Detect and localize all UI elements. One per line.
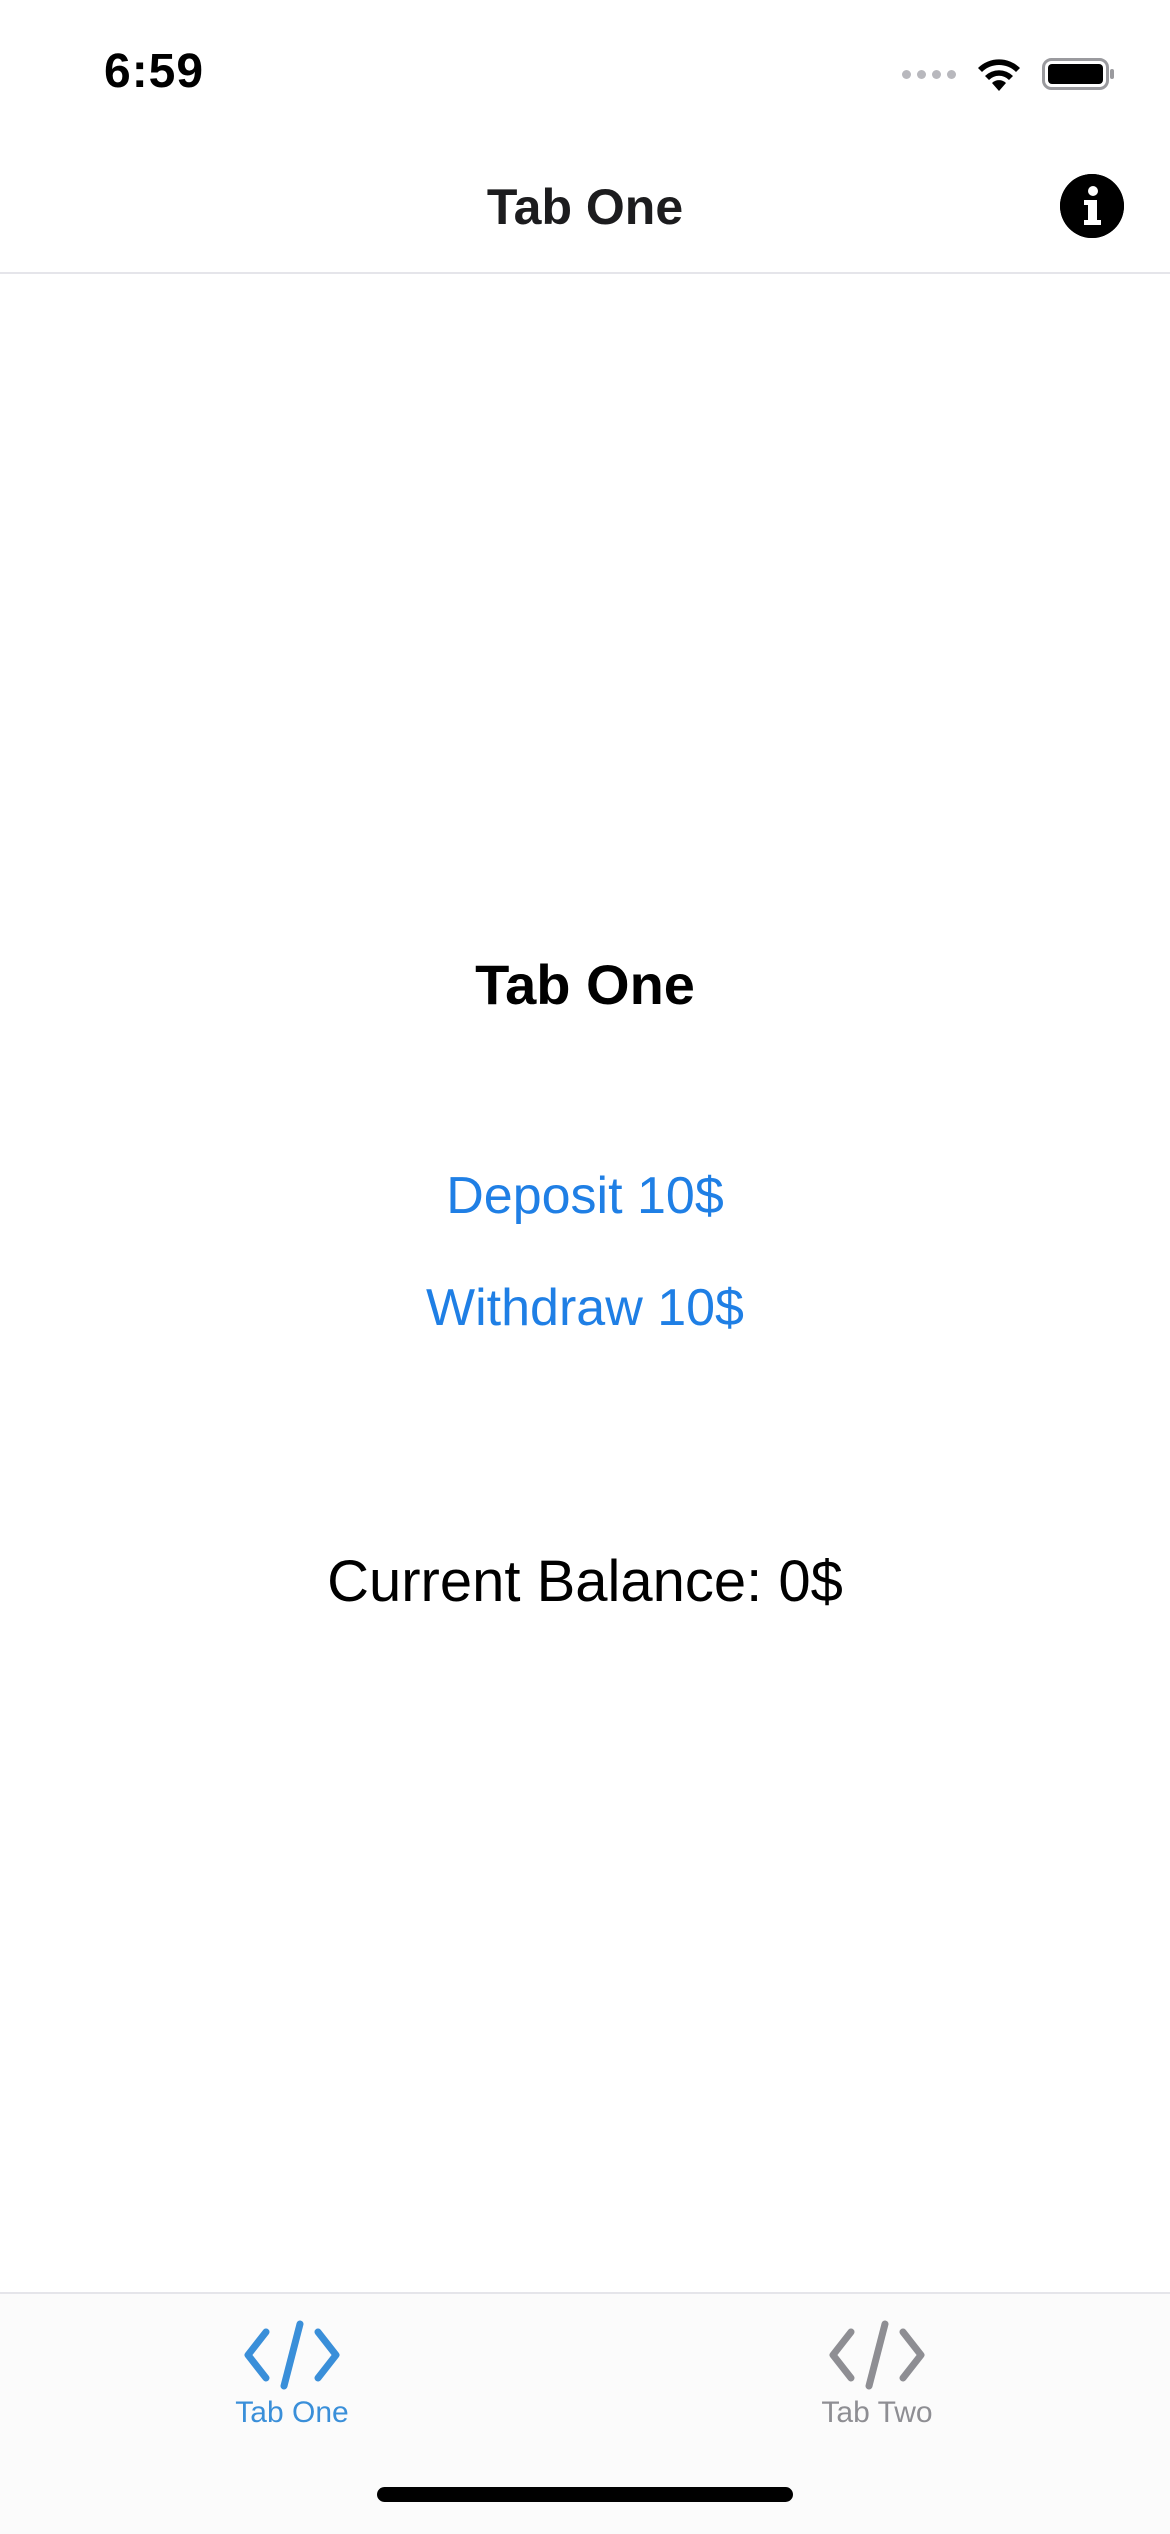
tab-two-label: Tab Two	[821, 2396, 933, 2429]
home-indicator[interactable]	[377, 2487, 793, 2502]
page-title: Tab One	[475, 953, 695, 1016]
tab-one[interactable]: Tab One	[142, 2320, 442, 2450]
battery-icon	[1042, 58, 1114, 90]
status-icons	[902, 52, 1116, 96]
tab-two[interactable]: Tab Two	[727, 2320, 1027, 2450]
current-balance-text: Current Balance: 0$	[327, 1549, 843, 1614]
info-circle-icon	[1060, 174, 1124, 238]
info-button[interactable]	[1060, 174, 1124, 238]
wifi-icon	[978, 59, 1020, 91]
tab-one-label: Tab One	[235, 2396, 349, 2429]
navigation-bar: Tab One	[0, 140, 1170, 274]
code-icon	[244, 2320, 340, 2390]
withdraw-button[interactable]: Withdraw 10$	[0, 1278, 1170, 1338]
deposit-button[interactable]: Deposit 10$	[0, 1166, 1170, 1226]
status-time: 6:59	[104, 45, 205, 98]
nav-title: Tab One	[486, 179, 684, 235]
cellular-signal-icon	[902, 69, 956, 79]
status-bar: 6:59	[0, 0, 1170, 140]
code-icon	[829, 2320, 925, 2390]
